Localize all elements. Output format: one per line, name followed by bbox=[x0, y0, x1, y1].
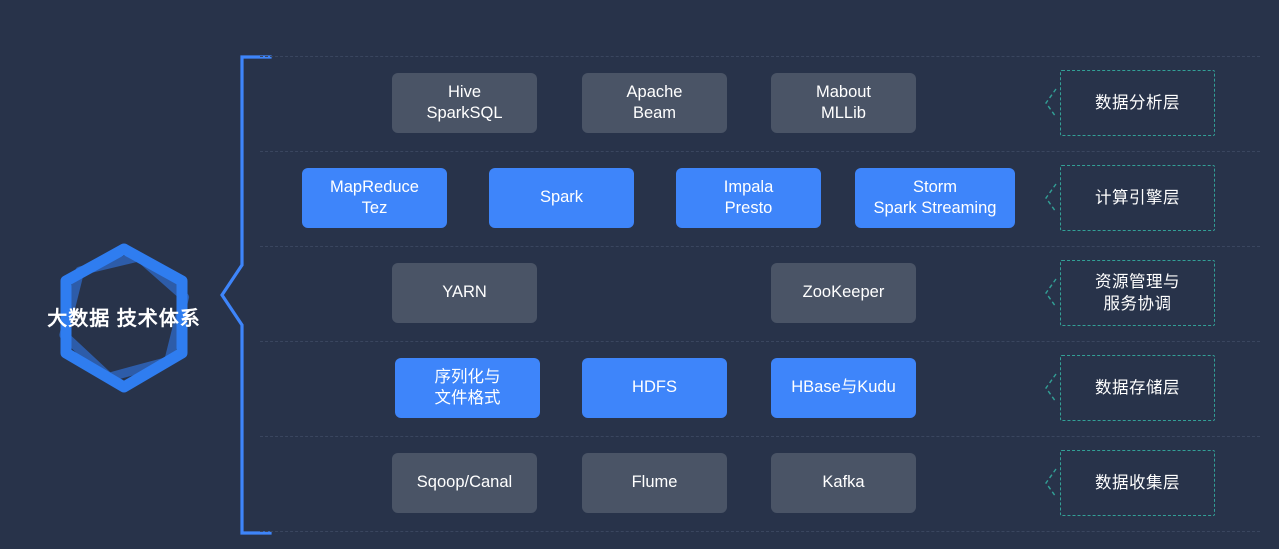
diagram-canvas: 大数据 技术体系 Hive SparkSQL Apache Beam Mabout … bbox=[0, 0, 1279, 549]
tech-box[interactable]: HBase与Kudu bbox=[771, 358, 916, 418]
tech-box[interactable]: Kafka bbox=[771, 453, 916, 513]
layer-row-analysis: Hive SparkSQL Apache Beam Mabout MLLib 数据分析… bbox=[260, 56, 1260, 151]
tech-box[interactable]: Spark bbox=[489, 168, 634, 228]
chevron-left-icon bbox=[1045, 278, 1057, 308]
layer-label-storage[interactable]: 数据存储层 bbox=[1060, 355, 1215, 421]
chevron-left-icon bbox=[1045, 183, 1057, 213]
layer-label-compute[interactable]: 计算引擎层 bbox=[1060, 165, 1215, 231]
row-boxes: 序列化与 文件格式 HDFS HBase与Kudu bbox=[260, 341, 1060, 436]
tech-box[interactable]: Hive SparkSQL bbox=[392, 73, 537, 133]
row-separator bbox=[260, 531, 1260, 532]
tech-box[interactable]: Impala Presto bbox=[676, 168, 821, 228]
tech-box[interactable]: MapReduce Tez bbox=[302, 168, 447, 228]
chevron-left-icon bbox=[1045, 468, 1057, 498]
tech-box[interactable]: YARN bbox=[392, 263, 537, 323]
chevron-left-icon bbox=[1045, 373, 1057, 403]
layer-row-resource: YARN ZooKeeper 资源管理与 服务协调 bbox=[260, 246, 1260, 341]
tech-box[interactable]: Flume bbox=[582, 453, 727, 513]
tech-box[interactable]: ZooKeeper bbox=[771, 263, 916, 323]
tech-box[interactable]: HDFS bbox=[582, 358, 727, 418]
layer-label-resource[interactable]: 资源管理与 服务协调 bbox=[1060, 260, 1215, 326]
tech-box[interactable]: 序列化与 文件格式 bbox=[395, 358, 540, 418]
big-data-hexagon-logo: 大数据 技术体系 bbox=[44, 237, 204, 401]
layer-row-compute: MapReduce Tez Spark Impala Presto Storm Spa… bbox=[260, 151, 1260, 246]
tech-box[interactable]: Sqoop/Canal bbox=[392, 453, 537, 513]
layer-rows: Hive SparkSQL Apache Beam Mabout MLLib 数据分析… bbox=[260, 56, 1260, 536]
chevron-left-icon bbox=[1045, 88, 1057, 118]
row-boxes: YARN ZooKeeper bbox=[260, 246, 1060, 341]
tech-box[interactable]: Storm Spark Streaming bbox=[855, 168, 1015, 228]
tech-box[interactable]: Mabout MLLib bbox=[771, 73, 916, 133]
row-boxes: Sqoop/Canal Flume Kafka bbox=[260, 436, 1060, 531]
row-boxes: MapReduce Tez Spark Impala Presto Storm Spa… bbox=[260, 151, 1060, 246]
layer-row-collect: Sqoop/Canal Flume Kafka 数据收集层 bbox=[260, 436, 1260, 531]
layer-label-analysis[interactable]: 数据分析层 bbox=[1060, 70, 1215, 136]
layer-row-storage: 序列化与 文件格式 HDFS HBase与Kudu 数据存储层 bbox=[260, 341, 1260, 436]
row-boxes: Hive SparkSQL Apache Beam Mabout MLLib bbox=[260, 56, 1060, 151]
tech-box[interactable]: Apache Beam bbox=[582, 73, 727, 133]
hexagon-icon bbox=[59, 243, 190, 393]
layer-label-collect[interactable]: 数据收集层 bbox=[1060, 450, 1215, 516]
